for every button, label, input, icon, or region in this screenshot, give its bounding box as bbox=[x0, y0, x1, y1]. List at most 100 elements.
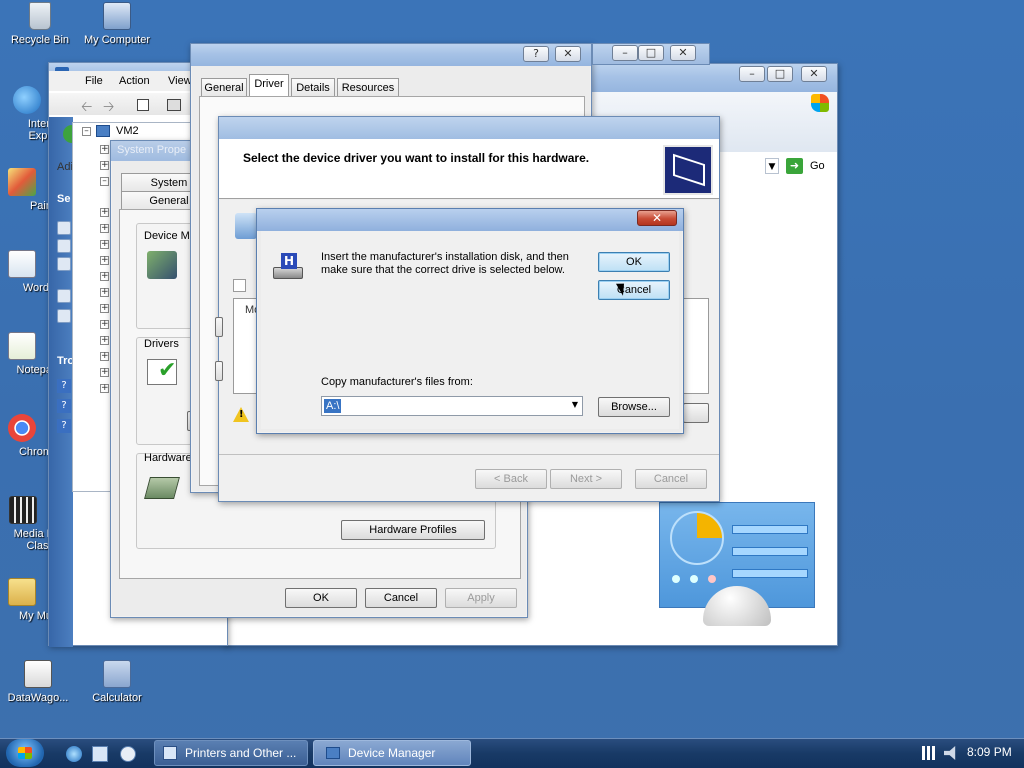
tree-expand-toggle[interactable]: + bbox=[100, 368, 109, 377]
desktop-icon-datawagon[interactable]: DataWago... bbox=[0, 660, 78, 704]
desktop-icon-recycle-bin[interactable]: Recycle Bin bbox=[0, 2, 80, 46]
minimize-button[interactable]: – bbox=[739, 66, 765, 82]
ok-button[interactable]: OK bbox=[285, 588, 357, 608]
desktop-icon-wordpad[interactable]: WordI bbox=[0, 250, 52, 294]
music-folder-icon bbox=[8, 578, 36, 606]
help-icon[interactable]: ? bbox=[57, 399, 71, 413]
properties-icon[interactable] bbox=[167, 99, 181, 111]
copy-path-combobox[interactable]: A:\ ▼ bbox=[321, 396, 583, 416]
cancel-button[interactable]: Cancel bbox=[365, 588, 437, 608]
dialog-cancel-button[interactable]: Cancel bbox=[598, 280, 670, 300]
tab-details[interactable]: Details bbox=[291, 78, 335, 97]
start-button[interactable] bbox=[6, 739, 44, 767]
tree-expand-toggle[interactable]: + bbox=[100, 272, 109, 281]
warning-exclamation: ! bbox=[239, 409, 244, 420]
tree-expand-toggle[interactable]: + bbox=[100, 145, 109, 154]
menu-view[interactable]: View bbox=[168, 75, 192, 87]
taskbar-task-printers[interactable]: Printers and Other ... bbox=[154, 740, 308, 766]
close-button[interactable]: ✕ bbox=[801, 66, 827, 82]
desktop-icon-chrome[interactable]: Chrom bbox=[0, 414, 52, 458]
tree-expand-toggle[interactable]: + bbox=[100, 256, 109, 265]
wizard-titlebar[interactable] bbox=[219, 117, 719, 139]
close-button[interactable]: ✕ bbox=[637, 210, 677, 226]
partial-button-left[interactable] bbox=[215, 361, 223, 381]
hardware-icon bbox=[144, 477, 180, 499]
desktop-icon-media-player-classic[interactable]: Media P Class bbox=[0, 496, 54, 552]
network-tray-icon[interactable] bbox=[922, 746, 936, 760]
desktop-icon-calculator[interactable]: Calculator bbox=[77, 660, 157, 704]
chrome-icon bbox=[8, 414, 36, 442]
quicklaunch-media-icon[interactable] bbox=[120, 746, 136, 762]
show-hide-tree-icon[interactable] bbox=[137, 99, 149, 111]
side-task-icon[interactable] bbox=[57, 289, 71, 303]
taskbar-task-label: Printers and Other ... bbox=[185, 746, 297, 760]
tab-resources[interactable]: Resources bbox=[337, 78, 399, 97]
have-disk-button-partial[interactable] bbox=[683, 403, 709, 423]
go-button-label[interactable]: Go bbox=[810, 160, 825, 172]
wizard-cancel-button[interactable]: Cancel bbox=[635, 469, 707, 489]
forward-arrow-icon[interactable]: 🡢 bbox=[103, 96, 114, 120]
desktop-icon-paint[interactable]: Pain bbox=[0, 168, 52, 212]
tree-root-label[interactable]: VM2 bbox=[116, 125, 139, 137]
help-button[interactable]: ? bbox=[523, 46, 549, 62]
taskbar-task-device-manager[interactable]: Device Manager bbox=[313, 740, 471, 766]
browse-button[interactable]: Browse... bbox=[598, 397, 670, 417]
dialog-titlebar[interactable] bbox=[257, 209, 683, 231]
tab-driver[interactable]: Driver bbox=[249, 74, 289, 98]
desktop-icon-label: Pain bbox=[29, 200, 52, 212]
back-button[interactable]: < Back bbox=[475, 469, 547, 489]
install-disk-message: Insert the manufacturer's installation d… bbox=[321, 251, 569, 276]
hardware-profiles-button[interactable]: Hardware Profiles bbox=[341, 520, 485, 540]
maximize-button[interactable]: □ bbox=[767, 66, 793, 82]
partial-button-left[interactable] bbox=[215, 317, 223, 337]
tree-collapse-toggle[interactable]: – bbox=[100, 177, 109, 186]
quicklaunch-ie-icon[interactable] bbox=[66, 746, 82, 762]
dialog-ok-button[interactable]: OK bbox=[598, 252, 670, 272]
maximize-button[interactable]: □ bbox=[638, 45, 664, 61]
side-task-icon[interactable] bbox=[57, 221, 71, 235]
disk-h-label-icon: H bbox=[281, 253, 297, 269]
wordpad-icon bbox=[8, 250, 36, 278]
tree-expand-toggle[interactable]: + bbox=[100, 161, 109, 170]
quicklaunch-explorer-icon[interactable] bbox=[92, 746, 108, 762]
apply-button[interactable]: Apply bbox=[445, 588, 517, 608]
tree-expand-toggle[interactable]: + bbox=[100, 288, 109, 297]
media-player-icon bbox=[9, 496, 37, 524]
notepad-icon bbox=[8, 332, 36, 360]
tree-expand-toggle[interactable]: + bbox=[100, 384, 109, 393]
tab-general[interactable]: General bbox=[201, 78, 247, 97]
next-button[interactable]: Next > bbox=[550, 469, 622, 489]
address-dropdown-arrow[interactable]: ▼ bbox=[765, 158, 779, 174]
desktop-icon-my-music[interactable]: My Mu bbox=[0, 578, 52, 622]
close-button[interactable]: ✕ bbox=[670, 45, 696, 61]
go-arrow-icon[interactable]: ➜ bbox=[786, 158, 803, 174]
tree-expand-toggle[interactable]: + bbox=[100, 224, 109, 233]
tree-expand-toggle[interactable]: + bbox=[100, 352, 109, 361]
install-from-disk-dialog[interactable]: ✕ H Insert the manufacturer's installati… bbox=[256, 208, 684, 434]
checkbox-partial[interactable] bbox=[233, 279, 246, 292]
side-section-header: Se bbox=[57, 193, 71, 205]
desktop-icon-label: DataWago... bbox=[7, 692, 69, 704]
desktop-icon-my-computer[interactable]: My Computer bbox=[77, 2, 157, 46]
side-task-icon[interactable] bbox=[57, 257, 71, 271]
tree-expand-toggle[interactable]: + bbox=[100, 208, 109, 217]
side-task-icon[interactable] bbox=[57, 239, 71, 253]
help-icon[interactable]: ? bbox=[57, 419, 71, 433]
back-arrow-icon[interactable]: 🡠 bbox=[81, 96, 92, 120]
tree-expand-toggle[interactable]: + bbox=[100, 336, 109, 345]
minimize-button[interactable]: – bbox=[612, 45, 638, 61]
device-card-icon bbox=[673, 153, 705, 187]
clock[interactable]: 8:09 PM bbox=[967, 745, 1012, 759]
tree-collapse-toggle[interactable]: – bbox=[82, 127, 91, 136]
tree-expand-toggle[interactable]: + bbox=[100, 240, 109, 249]
chevron-down-icon[interactable]: ▼ bbox=[572, 400, 578, 409]
close-button[interactable]: ✕ bbox=[555, 46, 581, 62]
side-task-icon[interactable] bbox=[57, 309, 71, 323]
menu-file[interactable]: File bbox=[85, 75, 103, 87]
desktop-icon-notepad[interactable]: Notepa bbox=[0, 332, 52, 376]
tree-expand-toggle[interactable]: + bbox=[100, 320, 109, 329]
menu-action[interactable]: Action bbox=[119, 75, 150, 87]
help-icon[interactable]: ? bbox=[57, 379, 71, 393]
tree-expand-toggle[interactable]: + bbox=[100, 304, 109, 313]
copy-path-value[interactable]: A:\ bbox=[324, 399, 342, 413]
